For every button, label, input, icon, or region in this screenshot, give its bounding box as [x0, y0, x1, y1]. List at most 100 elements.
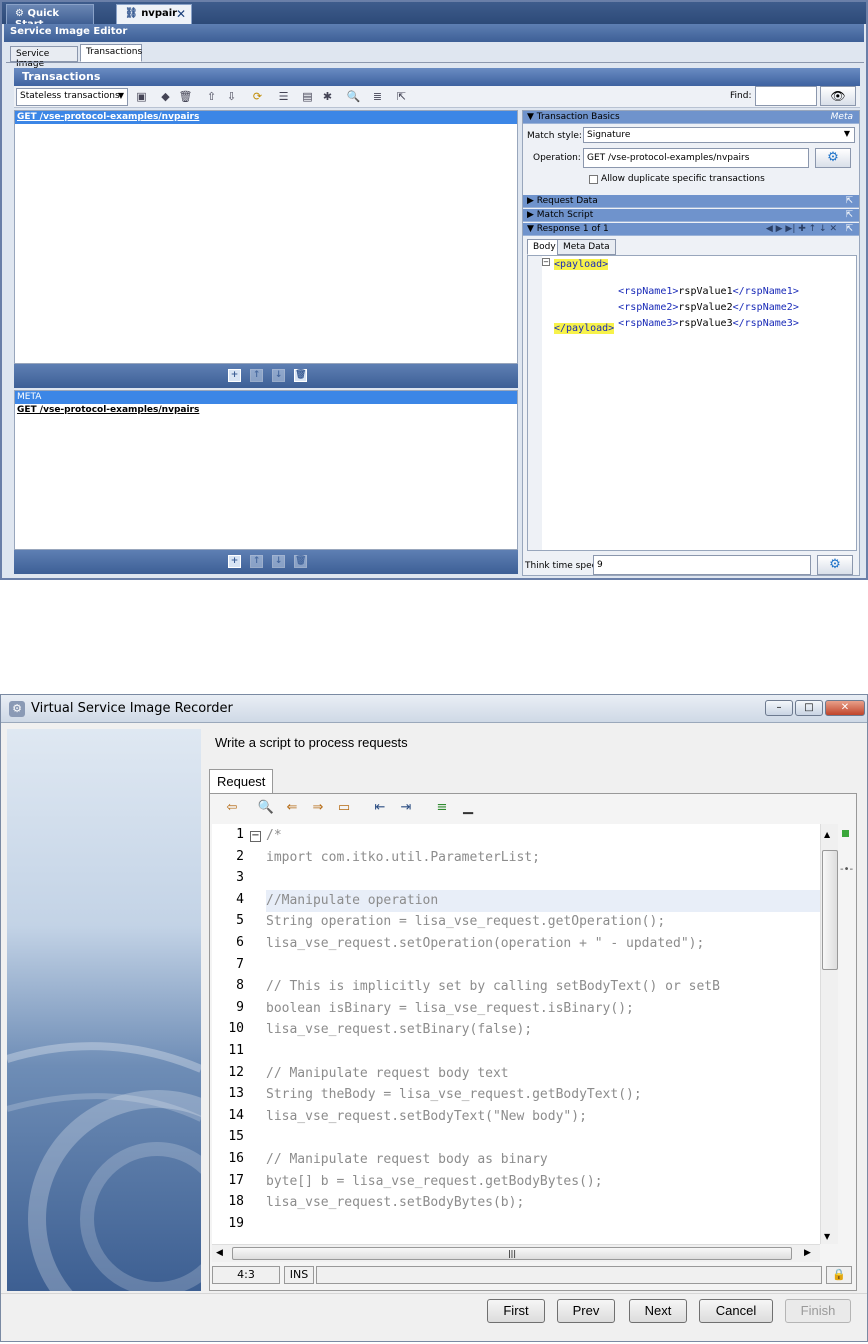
down-icon[interactable]: ↓: [272, 555, 285, 568]
list-item[interactable]: GET /vse-protocol-examples/nvpairs: [15, 404, 517, 416]
scroll-right-icon[interactable]: ▶: [804, 1248, 811, 1258]
find-next-icon[interactable]: ⇒: [308, 798, 328, 818]
shift-left-icon[interactable]: ⇤: [370, 798, 390, 818]
minimize-icon[interactable]: –: [765, 700, 793, 716]
lock-icon[interactable]: 🔒: [826, 1266, 852, 1284]
transaction-mode-select[interactable]: Stateless transactions ▼: [16, 88, 128, 106]
scroll-left-icon[interactable]: ◀: [216, 1248, 223, 1258]
recorder-title-bar: ⚙ Virtual Service Image Recorder – □ ✕: [1, 695, 867, 723]
delete-icon[interactable]: 🗑: [294, 555, 307, 568]
refresh-icon[interactable]: ⟳: [250, 89, 265, 104]
delete-icon[interactable]: 🗑: [294, 369, 307, 382]
allow-duplicate-label: Allow duplicate specific transactions: [601, 174, 765, 184]
down-icon[interactable]: ↓: [272, 369, 285, 382]
move-down-icon[interactable]: ⇩: [224, 89, 239, 104]
meta-label: Meta: [830, 112, 853, 122]
payload-open: <payload>: [554, 259, 609, 270]
add-icon[interactable]: +: [228, 555, 241, 568]
response-nav-icons[interactable]: ◀ ▶ ▶| ✚ ↑ ↓ ✕: [766, 224, 837, 234]
match-script-header[interactable]: ▶ Match Script ⇱: [523, 209, 859, 222]
code-editor[interactable]: 1 2 3 4 5 6 7 8 9 10 11 12 13 14 15 16 17 18 19 − /* import…: [212, 824, 822, 1244]
list-item[interactable]: GET /vse-protocol-examples/nvpairs: [15, 111, 517, 124]
shift-right-icon[interactable]: ⇥: [396, 798, 416, 818]
find-input[interactable]: [755, 86, 817, 106]
maximize-icon[interactable]: □: [795, 700, 823, 716]
save-icon[interactable]: ▣: [134, 89, 149, 104]
line-number: 14: [228, 1107, 244, 1123]
request-data-header[interactable]: ▶ Request Data ⇱: [523, 195, 859, 208]
tab-nvpair[interactable]: ⛓ nvpair ✕: [116, 4, 192, 24]
response-body-editor[interactable]: − <payload> <rspName1>rspValue1</rspName…: [527, 255, 857, 551]
comment-icon[interactable]: ≡: [432, 798, 452, 818]
close-icon[interactable]: ✕: [825, 700, 865, 716]
think-time-settings-button[interactable]: ⚙: [817, 555, 853, 575]
scroll-down-icon[interactable]: ▼: [824, 1232, 830, 1241]
think-time-field[interactable]: 9: [593, 555, 811, 575]
line-number: 2: [236, 848, 244, 864]
tab-service-image[interactable]: Service Image: [10, 46, 78, 69]
next-button[interactable]: Next: [629, 1299, 687, 1323]
payload-close: </payload>: [554, 323, 615, 334]
transaction-basics-header[interactable]: ▼ Transaction Basics Meta: [523, 111, 859, 124]
tab-transactions[interactable]: Transactions: [80, 44, 142, 62]
line-number: 4: [236, 891, 244, 907]
edit-icon[interactable]: ⇱: [845, 224, 853, 234]
code-line: // This is implicitly set by calling set…: [266, 979, 720, 995]
line-number: 7: [236, 956, 244, 972]
cursor-position: 4:3: [212, 1266, 280, 1284]
back-icon[interactable]: ⇦: [222, 798, 242, 818]
vertical-scrollbar[interactable]: ▲ ▼: [820, 824, 838, 1244]
operation-field[interactable]: GET /vse-protocol-examples/nvpairs: [583, 148, 809, 168]
toggle-highlight-icon[interactable]: ▭: [334, 798, 354, 818]
export-icon[interactable]: ⇱: [394, 89, 409, 104]
match-style-label: Match style:: [527, 131, 582, 141]
chevron-down-icon: ▼: [843, 129, 850, 138]
up-icon[interactable]: ↑: [250, 369, 263, 382]
match-style-select[interactable]: Signature ▼: [583, 127, 855, 143]
find-button[interactable]: 👁: [820, 86, 856, 106]
edit-icon[interactable]: ⇱: [845, 210, 853, 220]
response-header[interactable]: ▼ Response 1 of 1 ◀ ▶ ▶| ✚ ↑ ↓ ✕ ⇱: [523, 223, 859, 236]
search-icon[interactable]: 🔍: [346, 89, 361, 104]
tab-request[interactable]: Request: [209, 769, 273, 793]
fold-icon[interactable]: −: [542, 258, 550, 266]
uncomment-icon[interactable]: ▁: [458, 798, 478, 818]
delete-icon[interactable]: 🗑: [178, 89, 193, 104]
horizontal-scrollbar[interactable]: ◀ ||| ▶: [212, 1244, 820, 1262]
scroll-thumb[interactable]: [822, 850, 838, 970]
add-icon[interactable]: +: [228, 369, 241, 382]
search-icon[interactable]: 🔍: [256, 798, 276, 818]
scroll-up-icon[interactable]: ▲: [824, 830, 830, 839]
first-button[interactable]: First: [487, 1299, 545, 1323]
up-icon[interactable]: ↑: [250, 555, 263, 568]
tab-quick-start[interactable]: ⚙ Quick Start: [6, 4, 94, 30]
find-previous-icon[interactable]: ⇐: [282, 798, 302, 818]
think-time-label: Think time spec:: [525, 561, 600, 571]
settings-icon[interactable]: ✱: [320, 89, 335, 104]
list-item[interactable]: META: [15, 391, 517, 404]
align-icon[interactable]: ≣: [370, 89, 385, 104]
tab-meta-data[interactable]: Meta Data: [557, 239, 616, 255]
allow-duplicate-checkbox[interactable]: [589, 175, 598, 184]
move-up-icon[interactable]: ⇧: [204, 89, 219, 104]
recorder-title: Virtual Service Image Recorder: [31, 701, 233, 716]
scroll-thumb[interactable]: |||: [232, 1247, 792, 1260]
line-number-gutter: 1 2 3 4 5 6 7 8 9 10 11 12 13 14 15 16 17 18 19: [212, 824, 250, 1244]
finish-button: Finish: [785, 1299, 851, 1323]
edit-icon[interactable]: ⇱: [845, 196, 853, 206]
fold-icon[interactable]: −: [250, 831, 261, 842]
document-icon[interactable]: ▤: [300, 89, 315, 104]
add-transaction-icon[interactable]: ◆: [158, 89, 173, 104]
operation-settings-button[interactable]: ⚙: [815, 148, 851, 168]
close-icon[interactable]: ✕: [176, 7, 186, 21]
code-line: /*: [266, 828, 282, 843]
prev-button[interactable]: Prev: [557, 1299, 615, 1323]
list-icon[interactable]: ☰: [276, 89, 291, 104]
network-icon: ⛓: [125, 8, 138, 19]
meta-transactions-list: META GET /vse-protocol-examples/nvpairs: [14, 390, 518, 550]
cancel-button[interactable]: Cancel: [699, 1299, 773, 1323]
transactions-toolbar: Stateless transactions ▼ ▣ ◆ 🗑 ⇧ ⇩ ⟳ ☰ ▤…: [14, 86, 860, 108]
code-line: boolean isBinary = lisa_vse_request.isBi…: [266, 1000, 634, 1016]
